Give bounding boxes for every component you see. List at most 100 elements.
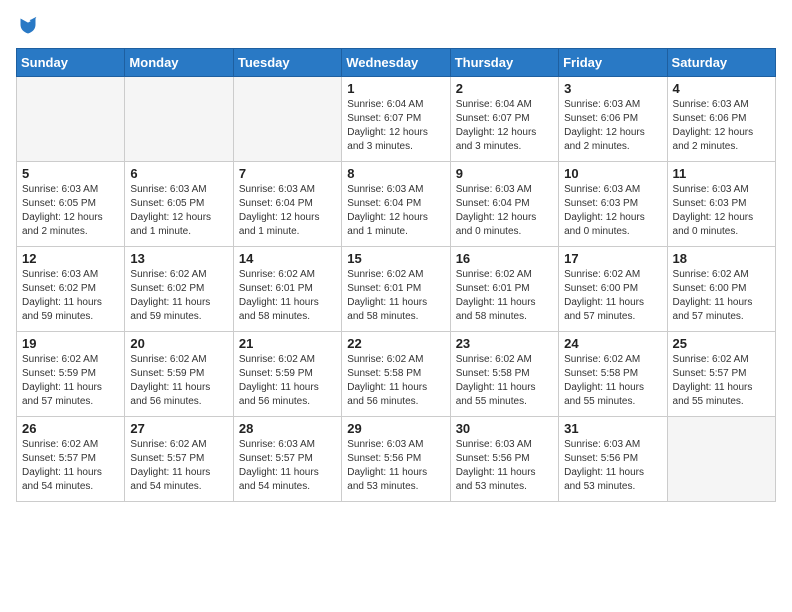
- calendar-cell: [125, 77, 233, 162]
- calendar-table: SundayMondayTuesdayWednesdayThursdayFrid…: [16, 48, 776, 502]
- calendar-cell: 27 Sunrise: 6:02 AM Sunset: 5:57 PM Dayli…: [125, 417, 233, 502]
- calendar-cell: 19Sunrise: 6:02 AM Sunset: 5:59 PM Dayli…: [17, 332, 125, 417]
- calendar-cell: 9 Sunrise: 6:03 AM Sunset: 6:04 PM Daylig…: [450, 162, 558, 247]
- week-row-2: 5 Sunrise: 6:03 AM Sunset: 6:05 PM Daylig…: [17, 162, 776, 247]
- calendar-cell: 26Sunrise: 6:02 AM Sunset: 5:57 PM Dayli…: [17, 417, 125, 502]
- day-info: Sunrise: 6:02 AM Sunset: 5:59 PM Dayligh…: [22, 353, 119, 409]
- day-number: 9: [456, 166, 553, 181]
- calendar-cell: [17, 77, 125, 162]
- day-number: 8: [347, 166, 444, 181]
- day-info: Sunrise: 6:02 AM Sunset: 5:58 PM Dayligh…: [456, 353, 553, 409]
- calendar-cell: 28 Sunrise: 6:03 AM Sunset: 5:57 PM Dayli…: [233, 417, 341, 502]
- header-friday: Friday: [559, 49, 667, 77]
- header-wednesday: Wednesday: [342, 49, 450, 77]
- calendar-cell: 5 Sunrise: 6:03 AM Sunset: 6:05 PM Daylig…: [17, 162, 125, 247]
- calendar-cell: 30 Sunrise: 6:03 AM Sunset: 5:56 PM Dayli…: [450, 417, 558, 502]
- day-number: 10: [564, 166, 661, 181]
- day-info: Sunrise: 6:02 AM Sunset: 6:01 PM Dayligh…: [239, 268, 336, 324]
- calendar-cell: 31 Sunrise: 6:03 AM Sunset: 5:56 PM Dayli…: [559, 417, 667, 502]
- day-number: 23: [456, 336, 553, 351]
- day-info: Sunrise: 6:04 AM Sunset: 6:07 PM Dayligh…: [347, 98, 444, 154]
- day-info: Sunrise: 6:02 AM Sunset: 5:57 PM Dayligh…: [22, 438, 119, 494]
- day-number: 24: [564, 336, 661, 351]
- day-number: 30: [456, 421, 553, 436]
- day-info: Sunrise: 6:03 AM Sunset: 5:56 PM Dayligh…: [456, 438, 553, 494]
- calendar-cell: 25Sunrise: 6:02 AM Sunset: 5:57 PM Dayli…: [667, 332, 775, 417]
- header-monday: Monday: [125, 49, 233, 77]
- day-info: Sunrise: 6:02 AM Sunset: 6:02 PM Dayligh…: [130, 268, 227, 324]
- header-tuesday: Tuesday: [233, 49, 341, 77]
- day-info: Sunrise: 6:04 AM Sunset: 6:07 PM Dayligh…: [456, 98, 553, 154]
- calendar-cell: 3 Sunrise: 6:03 AM Sunset: 6:06 PM Daylig…: [559, 77, 667, 162]
- day-info: Sunrise: 6:02 AM Sunset: 5:57 PM Dayligh…: [130, 438, 227, 494]
- days-header-row: SundayMondayTuesdayWednesdayThursdayFrid…: [17, 49, 776, 77]
- calendar-cell: 22 Sunrise: 6:02 AM Sunset: 5:58 PM Dayli…: [342, 332, 450, 417]
- day-info: Sunrise: 6:03 AM Sunset: 6:05 PM Dayligh…: [22, 183, 119, 239]
- day-number: 20: [130, 336, 227, 351]
- day-info: Sunrise: 6:03 AM Sunset: 5:56 PM Dayligh…: [347, 438, 444, 494]
- calendar-cell: 15 Sunrise: 6:02 AM Sunset: 6:01 PM Dayli…: [342, 247, 450, 332]
- header-sunday: Sunday: [17, 49, 125, 77]
- calendar-cell: [667, 417, 775, 502]
- day-info: Sunrise: 6:02 AM Sunset: 6:01 PM Dayligh…: [456, 268, 553, 324]
- day-info: Sunrise: 6:02 AM Sunset: 5:57 PM Dayligh…: [673, 353, 770, 409]
- day-info: Sunrise: 6:03 AM Sunset: 6:06 PM Dayligh…: [673, 98, 770, 154]
- day-number: 4: [673, 81, 770, 96]
- day-number: 15: [347, 251, 444, 266]
- day-number: 2: [456, 81, 553, 96]
- day-info: Sunrise: 6:02 AM Sunset: 5:59 PM Dayligh…: [130, 353, 227, 409]
- calendar-cell: 18 Sunrise: 6:02 AM Sunset: 6:00 PM Dayli…: [667, 247, 775, 332]
- calendar-cell: 20 Sunrise: 6:02 AM Sunset: 5:59 PM Dayli…: [125, 332, 233, 417]
- day-info: Sunrise: 6:02 AM Sunset: 6:00 PM Dayligh…: [564, 268, 661, 324]
- calendar-cell: 23 Sunrise: 6:02 AM Sunset: 5:58 PM Dayli…: [450, 332, 558, 417]
- calendar-cell: 14 Sunrise: 6:02 AM Sunset: 6:01 PM Dayli…: [233, 247, 341, 332]
- day-number: 11: [673, 166, 770, 181]
- day-number: 27: [130, 421, 227, 436]
- calendar-cell: 13Sunrise: 6:02 AM Sunset: 6:02 PM Dayli…: [125, 247, 233, 332]
- day-info: Sunrise: 6:03 AM Sunset: 6:04 PM Dayligh…: [239, 183, 336, 239]
- calendar-cell: 24 Sunrise: 6:02 AM Sunset: 5:58 PM Dayli…: [559, 332, 667, 417]
- calendar-cell: 4 Sunrise: 6:03 AM Sunset: 6:06 PM Daylig…: [667, 77, 775, 162]
- day-info: Sunrise: 6:03 AM Sunset: 6:03 PM Dayligh…: [673, 183, 770, 239]
- day-number: 29: [347, 421, 444, 436]
- day-number: 21: [239, 336, 336, 351]
- calendar-cell: 6 Sunrise: 6:03 AM Sunset: 6:05 PM Daylig…: [125, 162, 233, 247]
- calendar-cell: 1 Sunrise: 6:04 AM Sunset: 6:07 PM Daylig…: [342, 77, 450, 162]
- calendar-cell: 21Sunrise: 6:02 AM Sunset: 5:59 PM Dayli…: [233, 332, 341, 417]
- calendar-cell: 16 Sunrise: 6:02 AM Sunset: 6:01 PM Dayli…: [450, 247, 558, 332]
- day-info: Sunrise: 6:03 AM Sunset: 6:05 PM Dayligh…: [130, 183, 227, 239]
- day-number: 28: [239, 421, 336, 436]
- day-info: Sunrise: 6:03 AM Sunset: 5:57 PM Dayligh…: [239, 438, 336, 494]
- day-info: Sunrise: 6:02 AM Sunset: 5:58 PM Dayligh…: [564, 353, 661, 409]
- day-number: 7: [239, 166, 336, 181]
- day-number: 16: [456, 251, 553, 266]
- day-info: Sunrise: 6:03 AM Sunset: 6:06 PM Dayligh…: [564, 98, 661, 154]
- day-info: Sunrise: 6:03 AM Sunset: 6:04 PM Dayligh…: [456, 183, 553, 239]
- day-number: 5: [22, 166, 119, 181]
- day-number: 18: [673, 251, 770, 266]
- day-number: 14: [239, 251, 336, 266]
- calendar-cell: 10Sunrise: 6:03 AM Sunset: 6:03 PM Dayli…: [559, 162, 667, 247]
- day-number: 17: [564, 251, 661, 266]
- day-number: 6: [130, 166, 227, 181]
- day-info: Sunrise: 6:02 AM Sunset: 5:58 PM Dayligh…: [347, 353, 444, 409]
- calendar-cell: 2 Sunrise: 6:04 AM Sunset: 6:07 PM Daylig…: [450, 77, 558, 162]
- page-header: [16, 16, 776, 36]
- calendar-cell: [233, 77, 341, 162]
- day-number: 31: [564, 421, 661, 436]
- calendar-cell: 17 Sunrise: 6:02 AM Sunset: 6:00 PM Dayli…: [559, 247, 667, 332]
- logo: [16, 16, 38, 36]
- day-info: Sunrise: 6:02 AM Sunset: 6:01 PM Dayligh…: [347, 268, 444, 324]
- header-thursday: Thursday: [450, 49, 558, 77]
- day-info: Sunrise: 6:03 AM Sunset: 6:02 PM Dayligh…: [22, 268, 119, 324]
- header-saturday: Saturday: [667, 49, 775, 77]
- calendar-cell: 8Sunrise: 6:03 AM Sunset: 6:04 PM Daylig…: [342, 162, 450, 247]
- week-row-1: 1 Sunrise: 6:04 AM Sunset: 6:07 PM Daylig…: [17, 77, 776, 162]
- day-number: 22: [347, 336, 444, 351]
- day-info: Sunrise: 6:03 AM Sunset: 5:56 PM Dayligh…: [564, 438, 661, 494]
- day-info: Sunrise: 6:02 AM Sunset: 6:00 PM Dayligh…: [673, 268, 770, 324]
- week-row-4: 19Sunrise: 6:02 AM Sunset: 5:59 PM Dayli…: [17, 332, 776, 417]
- day-number: 1: [347, 81, 444, 96]
- day-number: 12: [22, 251, 119, 266]
- day-number: 3: [564, 81, 661, 96]
